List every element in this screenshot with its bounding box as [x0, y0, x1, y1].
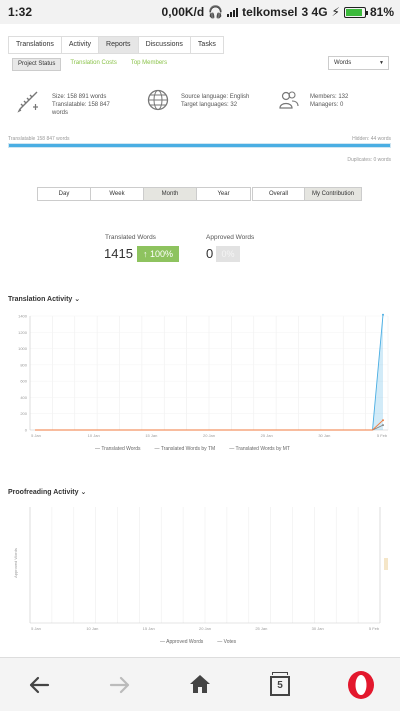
headphones-icon: 🎧 — [208, 5, 224, 19]
legend-translated-tm: — Translated Words by TM — [154, 446, 216, 452]
opera-logo-icon[interactable] — [346, 670, 376, 700]
project-size: Size: 158 891 words — [52, 94, 107, 100]
progress-fill — [9, 144, 390, 147]
y-tick-label: 400 — [20, 395, 27, 400]
ruler-icon — [17, 91, 38, 113]
legend-approved-words: — Approved Words — [160, 639, 204, 645]
y-tick-label: 600 — [20, 379, 27, 384]
x-tick-label: 5 Feb — [369, 626, 380, 631]
home-icon[interactable] — [189, 673, 211, 695]
main-tabs: Translations Activity Reports Discussion… — [8, 36, 224, 54]
project-translatable: Translatable: 158 847 — [52, 102, 110, 108]
legend-translated-words: — Translated Words — [95, 446, 141, 452]
y-tick-label: 1000 — [18, 346, 28, 351]
chevron-down-icon: ▼ — [379, 60, 384, 66]
period-toggle: Day Week Month Year — [37, 187, 251, 201]
y-tick-label: 0 — [25, 428, 28, 433]
progress-below-label: Duplicates: 0 words — [347, 157, 391, 163]
series-point — [382, 419, 384, 422]
translated-words-label: Translated Words — [105, 234, 156, 241]
proofreading-activity-title[interactable]: Proofreading Activity ⌄ — [8, 488, 86, 496]
managers-count: Managers: 0 — [310, 102, 344, 108]
approved-percent-badge: 0% — [216, 246, 240, 262]
y-tick-label: 800 — [20, 362, 27, 367]
scope-my-contribution-button[interactable]: My Contribution — [305, 188, 361, 200]
period-month-button[interactable]: Month — [144, 188, 197, 200]
x-tick-label: 15 Jan — [143, 626, 155, 631]
chevron-down-icon: ⌄ — [80, 489, 87, 496]
tab-translations[interactable]: Translations — [9, 37, 62, 53]
scope-overall-button[interactable]: Overall — [253, 188, 305, 200]
members-icon — [279, 91, 299, 109]
proofreading-activity-chart: Approved Words 5 Jan 10 Jan 15 Jan 20 Jan 25 … — [13, 507, 388, 631]
x-tick-label: 5 Jan — [31, 626, 41, 631]
translation-activity-legend: — Translated Words — Translated Words by… — [95, 446, 290, 452]
x-tick-label: 30 Jan — [318, 433, 330, 438]
approved-words-value: 0 — [206, 246, 214, 261]
tab-tasks[interactable]: Tasks — [191, 37, 223, 53]
tab-reports[interactable]: Reports — [99, 37, 139, 53]
browser-bottom-bar: 5 — [0, 657, 400, 711]
x-tick-label: 25 Jan — [261, 433, 273, 438]
y-tick-label: 200 — [20, 411, 27, 416]
members-count: Members: 132 — [310, 94, 349, 100]
status-bar: 1:32 0,00K/d 🎧 telkomsel 3 4G ⚡ 81% — [0, 0, 400, 24]
carrier-name: telkomsel — [242, 5, 298, 19]
votes-axis-marker — [384, 558, 388, 570]
x-tick-label: 10 Jan — [86, 626, 98, 631]
period-day-button[interactable]: Day — [38, 188, 91, 200]
x-tick-label: 5 Jan — [31, 433, 41, 438]
subtab-top-members[interactable]: Top Members — [126, 58, 172, 71]
tab-discussions[interactable]: Discussions — [139, 37, 191, 53]
x-tick-label: 20 Jan — [199, 626, 211, 631]
y-tick-label: 1400 — [18, 314, 28, 319]
x-tick-label: 5 Feb — [377, 433, 388, 438]
project-translatable-unit: words — [52, 110, 69, 116]
translation-activity-title[interactable]: Translation Activity ⌄ — [8, 295, 80, 303]
signal-icon — [227, 7, 239, 17]
network-type: 3 4G — [301, 5, 328, 19]
chevron-down-icon: ⌄ — [74, 296, 81, 303]
scope-toggle: Overall My Contribution — [252, 187, 362, 201]
target-languages: Target languages: 32 — [181, 102, 238, 108]
unit-select[interactable]: Words ▼ — [328, 56, 389, 70]
y-axis-label: Approved Words — [13, 548, 18, 578]
period-week-button[interactable]: Week — [91, 188, 144, 200]
forward-arrow-icon[interactable] — [109, 674, 131, 696]
legend-translated-mt: — Translated Words by MT — [229, 446, 290, 452]
source-language: Source language: English — [181, 94, 250, 100]
period-year-button[interactable]: Year — [197, 188, 250, 200]
translation-activity-chart: 1400 1200 1000 800 600 400 200 05 Jan 10 Jan 15 J… — [18, 313, 389, 438]
proofreading-activity-legend: — Approved Words — Votes — [160, 639, 236, 645]
x-tick-label: 25 Jan — [255, 626, 267, 631]
tab-activity[interactable]: Activity — [62, 37, 100, 53]
translation-progress-bar — [8, 143, 391, 148]
x-tick-label: 10 Jan — [88, 433, 100, 438]
unit-select-value: Words — [334, 60, 352, 66]
status-time: 1:32 — [8, 5, 33, 19]
back-arrow-icon[interactable] — [28, 674, 50, 696]
x-tick-label: 30 Jan — [312, 626, 324, 631]
x-tick-label: 20 Jan — [203, 433, 215, 438]
subtab-translation-costs[interactable]: Translation Costs — [65, 58, 121, 71]
globe-icon — [147, 89, 169, 111]
charging-icon: ⚡ — [331, 5, 340, 19]
progress-left-label: Translatable 158 847 words — [8, 136, 70, 142]
progress-right-label: Hidden: 44 words — [352, 136, 391, 142]
battery-icon — [343, 6, 369, 18]
tabs-button[interactable]: 5 — [270, 672, 290, 696]
y-tick-label: 1200 — [18, 330, 28, 335]
legend-votes: — Votes — [217, 639, 237, 645]
subtab-project-status[interactable]: Project Status — [12, 58, 62, 71]
network-speed: 0,00K/d — [161, 5, 205, 19]
report-subtabs: Project Status Translation Costs Top Mem… — [12, 58, 172, 71]
approved-words-label: Approved Words — [206, 234, 255, 241]
x-tick-label: 15 Jan — [145, 433, 157, 438]
series-point — [382, 424, 384, 427]
tab-count: 5 — [270, 676, 290, 696]
translated-percent-badge: ↑ 100% — [137, 246, 179, 262]
translated-words-value: 1415 — [104, 246, 133, 261]
battery-level: 81% — [369, 5, 394, 19]
series-point — [382, 313, 384, 316]
